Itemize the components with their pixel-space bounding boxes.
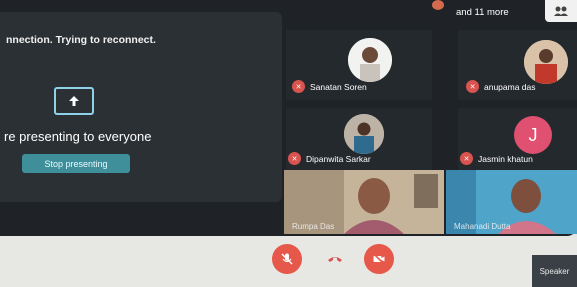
camera-off-icon bbox=[373, 253, 385, 265]
participant-tile[interactable]: ✕ anupama das bbox=[458, 30, 577, 100]
participant-name: Dipanwita Sarkar bbox=[306, 153, 371, 164]
participant-name-row: ✕ Jasmin khatun bbox=[460, 152, 533, 165]
avatar bbox=[344, 114, 384, 154]
video-tile[interactable]: Mahanadi Dutta bbox=[446, 170, 577, 234]
meeting-area: nnection. Trying to reconnect. re presen… bbox=[0, 0, 577, 236]
speaker-button[interactable]: Speaker bbox=[532, 255, 577, 287]
participant-name-row: ✕ anupama das bbox=[466, 80, 536, 93]
people-icon[interactable] bbox=[545, 0, 577, 22]
mic-off-icon: ✕ bbox=[292, 80, 305, 93]
mic-toggle-button[interactable] bbox=[272, 244, 302, 274]
arrow-up-icon bbox=[69, 96, 79, 106]
camera-toggle-button[interactable] bbox=[364, 244, 394, 274]
participant-name-row: ✕ Dipanwita Sarkar bbox=[288, 152, 371, 165]
reconnect-message: nnection. Trying to reconnect. bbox=[6, 34, 156, 46]
participant-name-row: ✕ Sanatan Soren bbox=[292, 80, 367, 93]
participant-name: Jasmin khatun bbox=[478, 153, 533, 164]
screen-frame: nnection. Trying to reconnect. re presen… bbox=[0, 0, 577, 287]
mic-off-icon: ✕ bbox=[466, 80, 479, 93]
presenting-status: re presenting to everyone bbox=[4, 129, 152, 144]
mic-off-icon: ✕ bbox=[288, 152, 301, 165]
mic-off-icon: ✕ bbox=[460, 152, 473, 165]
participant-name: Sanatan Soren bbox=[310, 81, 367, 92]
call-end-icon[interactable] bbox=[327, 252, 343, 267]
video-participant-name: Mahanadi Dutta bbox=[454, 222, 511, 231]
video-participant-name: Rumpa Das bbox=[292, 222, 335, 231]
participant-tile[interactable]: ✕ Sanatan Soren bbox=[286, 30, 432, 100]
video-tile[interactable]: Rumpa Das bbox=[284, 170, 444, 234]
more-participants-label[interactable]: and 11 more bbox=[456, 7, 509, 18]
present-screen-icon bbox=[54, 87, 94, 115]
stop-presenting-button[interactable]: Stop presenting bbox=[22, 154, 130, 173]
avatar bbox=[524, 40, 568, 84]
mic-off-icon bbox=[281, 253, 293, 265]
presentation-panel: nnection. Trying to reconnect. re presen… bbox=[0, 12, 282, 202]
participant-tile[interactable]: J ✕ Jasmin khatun bbox=[458, 108, 577, 170]
participant-name: anupama das bbox=[484, 81, 536, 92]
avatar: J bbox=[514, 116, 552, 154]
participant-tile[interactable]: ✕ Dipanwita Sarkar bbox=[286, 108, 432, 170]
participants-badge bbox=[432, 0, 444, 10]
avatar bbox=[348, 38, 392, 82]
